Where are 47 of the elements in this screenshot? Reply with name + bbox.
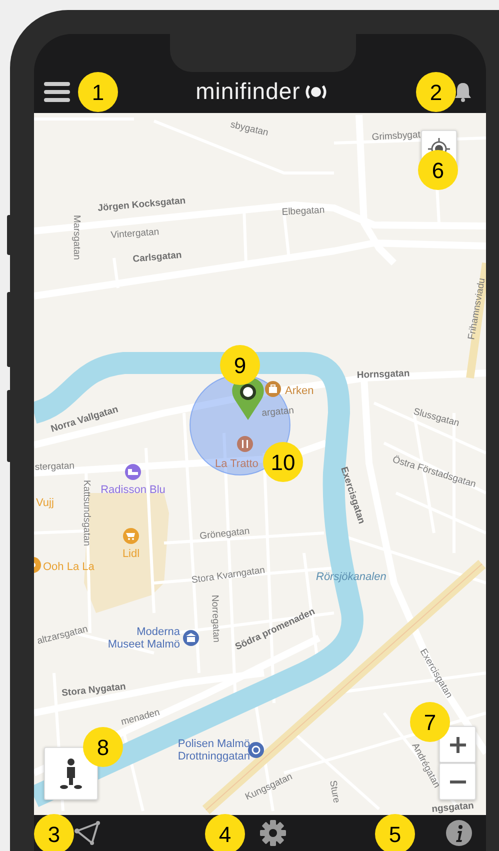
place-label[interactable]: Ooh La La [43, 561, 94, 573]
street-label: Norra Vallgatan [50, 404, 120, 435]
street-label: ngsgatan [431, 800, 474, 815]
place-label[interactable]: Lidl [122, 548, 140, 560]
zoom-out-button[interactable] [439, 763, 476, 800]
place-label[interactable]: Radisson Blu [100, 484, 166, 496]
street-label: Carlsgatan [132, 250, 182, 265]
street-label: stergatan [34, 460, 75, 473]
bell-icon[interactable] [454, 82, 472, 102]
info-icon[interactable] [446, 820, 472, 846]
street-label: Jörgen Kocksgatan [97, 195, 186, 214]
street-label: Stora Nygatan [61, 681, 126, 699]
canal-label: Rörsjökanalen [316, 571, 386, 583]
place-marker-icon[interactable] [34, 557, 41, 573]
street-label: Elbegatan [282, 204, 325, 218]
street-label: sbygatan [229, 119, 270, 139]
street-label: Vintergatan [110, 226, 160, 241]
street-view-button[interactable] [44, 747, 98, 800]
place-label[interactable]: Arken [285, 385, 314, 397]
person-icon [59, 758, 83, 790]
app-logo: minifinder [196, 80, 300, 103]
plus-icon [448, 736, 466, 754]
street-label: Hornsgatan [356, 368, 410, 381]
street-label: Stora Kvarngatan [190, 564, 266, 586]
place-label[interactable]: La Tratto [215, 458, 258, 470]
logo-mark-icon [304, 84, 328, 100]
settings-icon[interactable] [260, 820, 286, 846]
place-label[interactable]: Moderna Museet Malmö [108, 626, 180, 650]
street-label: Norregatan [209, 594, 222, 643]
street-label: menaden [120, 707, 162, 728]
street-label: Kattsundsgatan [81, 480, 92, 546]
street-label: argatan [261, 405, 294, 419]
street-label: Grimsbygat [372, 129, 421, 143]
street-label: Grönegatan [199, 526, 250, 542]
cutlery-icon[interactable] [237, 436, 253, 452]
minus-icon [448, 780, 466, 784]
zoom-in-button[interactable] [439, 726, 476, 763]
shield-icon[interactable] [248, 742, 264, 758]
street-label: Sture [327, 780, 342, 804]
place-label[interactable]: Polisen Malmö Drottninggatan [178, 738, 250, 762]
bed-icon[interactable] [125, 464, 141, 480]
menu-icon[interactable] [44, 82, 70, 102]
museum-icon[interactable] [183, 630, 199, 646]
bag-icon[interactable] [265, 381, 281, 397]
street-label: Marsgatan [71, 215, 82, 260]
place-label[interactable]: Vujj [36, 497, 54, 509]
route-icon[interactable] [74, 821, 100, 845]
